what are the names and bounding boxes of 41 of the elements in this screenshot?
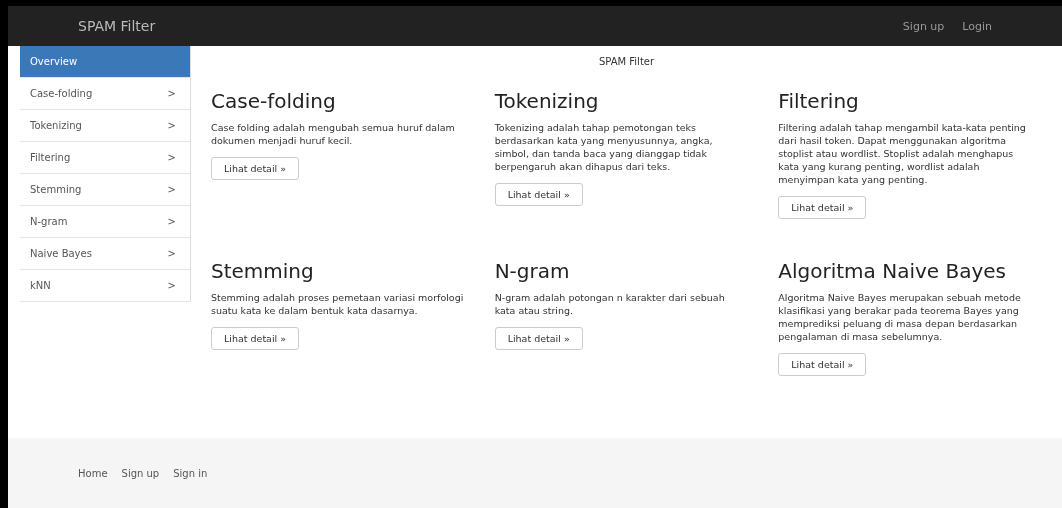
card-text: Tokenizing adalah tahap pemotongan teks berdasarkan kata yang menyusunnya, angka, simbol, dan tanda baca yang dianggap tidak berpengaruh akan dihapus dari teks. (494, 121, 714, 173)
footer-link[interactable]: Sign in (173, 467, 208, 479)
chevron-icon: > (167, 184, 176, 195)
detail-button[interactable]: Lihat detail » (211, 327, 300, 350)
chevron-icon: > (167, 88, 176, 99)
detail-button[interactable]: Lihat detail » (778, 353, 867, 376)
chevron-icon: > (167, 120, 176, 131)
card-text: N-gram adalah potongan n karakter dari sebuah kata atau string. (494, 291, 726, 317)
sidebar-label: Stemming (30, 184, 82, 195)
card-title: Stemming (211, 259, 314, 283)
card-text: Case folding adalah mengubah semua huruf dalam dokumen menjadi huruf kecil. (211, 121, 456, 147)
detail-button[interactable]: Lihat detail » (494, 183, 583, 206)
footer-link[interactable]: Sign up (121, 467, 160, 479)
nav-link[interactable]: Login (962, 19, 992, 33)
sidebar-item[interactable]: Overview (20, 46, 190, 78)
card-title: Case-folding (211, 89, 336, 113)
sidebar-label: Filtering (30, 152, 71, 163)
card-title: N-gram (494, 259, 570, 283)
sidebar-label: kNN (30, 280, 51, 291)
chevron-icon: > (167, 152, 176, 163)
chevron-icon: > (167, 216, 176, 227)
sidebar-label: Naive Bayes (30, 248, 92, 259)
chevron-icon: > (167, 248, 176, 259)
sidebar-label: Tokenizing (30, 120, 82, 131)
detail-button[interactable]: Lihat detail » (494, 327, 583, 350)
detail-button[interactable]: Lihat detail » (778, 196, 867, 219)
sidebar-label: N-gram (30, 216, 68, 227)
card-text: Algoritma Naive Bayes merupakan sebuah metode klasifikasi yang berakar pada teorema Bayes yang memprediksi peluang di masa depan berdasarkan pengalaman di masa sebelumnya. (778, 291, 1022, 343)
sidebar-label: Overview (30, 56, 78, 67)
chevron-icon: > (167, 280, 176, 291)
nav-link[interactable]: Sign up (902, 19, 945, 33)
card-title: Tokenizing (494, 89, 599, 113)
card-text: Filtering adalah tahap mengambil kata-kata penting dari hasil token. Dapat menggunakan algoritma stoplist atau wordlist. Stoplist adalah menghapus kata yang kurang penting, wordlist adalah menyimpan kata yang penting. (778, 121, 1027, 186)
card-title: Algoritma Naive Bayes (778, 259, 1007, 283)
footer-link[interactable]: Home (78, 467, 108, 479)
brand-name[interactable]: SPAM Filter (78, 18, 156, 34)
sidebar-label: Case-folding (30, 88, 93, 99)
detail-button[interactable]: Lihat detail » (211, 157, 300, 180)
page-title: SPAM Filter (597, 55, 656, 67)
card-title: Filtering (778, 89, 859, 113)
card-text: Stemming adalah proses pemetaan variasi morfologi suatu kata ke dalam bentuk kata dasarnya. (211, 291, 465, 317)
